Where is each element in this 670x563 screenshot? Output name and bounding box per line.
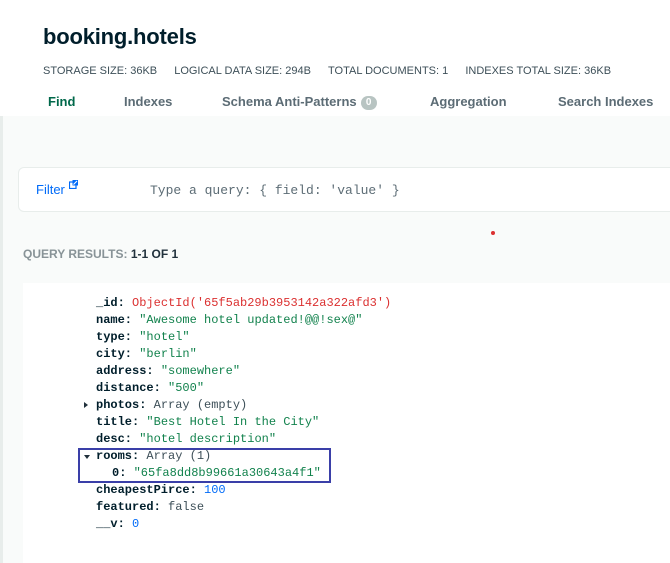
field-featured: featured: false <box>96 500 205 514</box>
expand-photos-caret-icon[interactable] <box>84 402 88 408</box>
query-results-count: 1-1 OF 1 <box>130 247 179 261</box>
field-name: name: "Awesome hotel updated!@@!sex@" <box>96 313 363 327</box>
stat-storage-size: STORAGE SIZE: 36KB <box>43 65 158 77</box>
stat-total-documents: TOTAL DOCUMENTS: 1 <box>328 65 449 77</box>
field-photos[interactable]: photos: Array (empty) <box>96 397 247 414</box>
filter-bar: Filter <box>18 167 670 212</box>
field-v: __v: 0 <box>96 517 140 531</box>
query-results-label: QUERY RESULTS: <box>23 247 128 261</box>
field-featured-value: false <box>168 500 205 514</box>
collection-header: booking.hotels STORAGE SIZE: 36KB LOGICA… <box>0 0 670 116</box>
field-type-value: "hotel" <box>139 330 190 344</box>
red-dot-marker <box>491 231 495 235</box>
tab-schema-anti-patterns-label: Schema Anti-Patterns <box>222 94 357 109</box>
field-address-value: "somewhere" <box>160 364 241 378</box>
stat-indexes-total-size: INDEXES TOTAL SIZE: 36KB <box>465 65 612 77</box>
field-id: _id: ObjectId('65f5ab29b3953142a322afd3'… <box>96 296 392 310</box>
field-desc-value: "hotel description" <box>139 432 277 446</box>
collection-stats: STORAGE SIZE: 36KB LOGICAL DATA SIZE: 29… <box>43 65 611 77</box>
tab-find[interactable]: Find <box>48 94 75 109</box>
field-photos-value: Array (empty) <box>153 398 248 412</box>
stat-logical-data-size: LOGICAL DATA SIZE: 294B <box>174 65 311 77</box>
field-type: type: "hotel" <box>96 330 190 344</box>
field-city: city: "berlin" <box>96 347 197 361</box>
field-city-value: "berlin" <box>139 347 197 361</box>
field-name-value: "Awesome hotel updated!@@!sex@" <box>139 313 363 327</box>
tab-indexes[interactable]: Indexes <box>124 94 172 109</box>
field-distance: distance: "500" <box>96 381 205 395</box>
field-distance-value: "500" <box>168 381 205 395</box>
filter-query-input[interactable] <box>150 176 630 204</box>
tab-bar: Find Indexes Schema Anti-Patterns 0 Aggre… <box>0 94 670 116</box>
collection-title: booking.hotels <box>43 24 197 49</box>
filter-link[interactable]: Filter <box>36 182 65 197</box>
field-v-value: 0 <box>132 517 140 531</box>
tab-schema-anti-patterns[interactable]: Schema Anti-Patterns 0 <box>222 94 377 110</box>
field-id-value: ObjectId('65f5ab29b3953142a322afd3') <box>132 296 392 310</box>
field-title-value: "Best Hotel In the City" <box>146 415 320 429</box>
external-link-icon[interactable] <box>69 180 78 189</box>
tab-aggregation[interactable]: Aggregation <box>430 94 507 109</box>
tab-search-indexes[interactable]: Search Indexes <box>558 94 653 109</box>
field-address: address: "somewhere" <box>96 364 241 378</box>
field-cheapestpirce: cheapestPirce: 100 <box>96 483 226 497</box>
field-desc: desc: "hotel description" <box>96 432 277 446</box>
rooms-highlight-box <box>78 448 331 483</box>
field-cheapestpirce-value: 100 <box>204 483 226 497</box>
field-title: title: "Best Hotel In the City" <box>96 415 320 429</box>
query-results-summary: QUERY RESULTS: 1-1 OF 1 <box>23 247 178 261</box>
anti-patterns-count-badge: 0 <box>360 96 377 110</box>
